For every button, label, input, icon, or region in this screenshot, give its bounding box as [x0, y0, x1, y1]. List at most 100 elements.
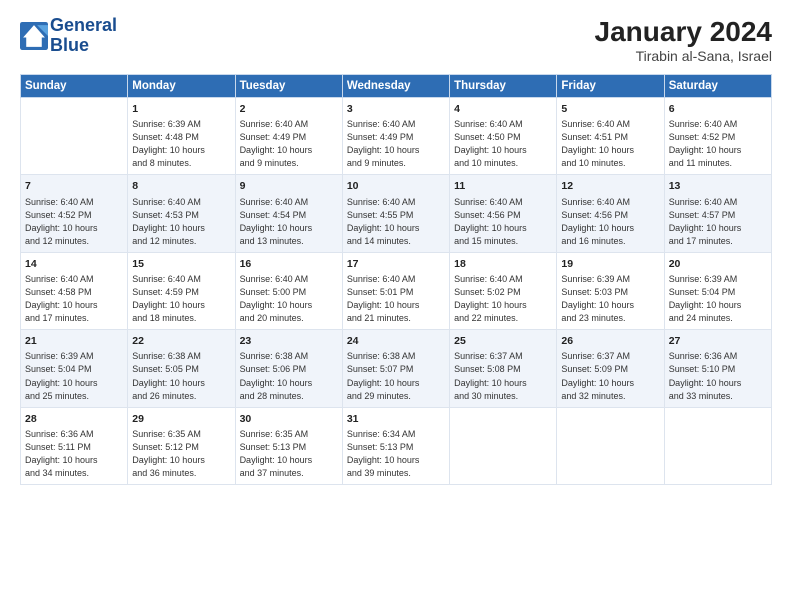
cell-content-line: Sunset: 4:48 PM — [132, 131, 230, 144]
logo-text: General Blue — [50, 16, 117, 56]
cell-content-line: Daylight: 10 hours — [454, 299, 552, 312]
title-section: January 2024 Tirabin al-Sana, Israel — [595, 16, 772, 64]
day-number: 24 — [347, 334, 445, 349]
cell-content-line: Sunrise: 6:38 AM — [240, 350, 338, 363]
cell-content-line: Sunset: 5:12 PM — [132, 441, 230, 454]
location: Tirabin al-Sana, Israel — [595, 48, 772, 64]
cell-content-line: Sunset: 5:06 PM — [240, 363, 338, 376]
cell-content-line: Daylight: 10 hours — [561, 144, 659, 157]
day-number: 28 — [25, 412, 123, 427]
cell-content-line: Sunset: 5:04 PM — [669, 286, 767, 299]
cell-content-line: Daylight: 10 hours — [454, 222, 552, 235]
cell-content-line: Daylight: 10 hours — [347, 222, 445, 235]
cell-content-line: Sunrise: 6:35 AM — [132, 428, 230, 441]
calendar-cell: 8Sunrise: 6:40 AMSunset: 4:53 PMDaylight… — [128, 175, 235, 252]
cell-content-line: Daylight: 10 hours — [240, 299, 338, 312]
cell-content-line: Daylight: 10 hours — [25, 377, 123, 390]
cell-content-line: and 34 minutes. — [25, 467, 123, 480]
calendar-cell: 10Sunrise: 6:40 AMSunset: 4:55 PMDayligh… — [342, 175, 449, 252]
cell-content-line: Daylight: 10 hours — [669, 222, 767, 235]
cell-content-line: and 23 minutes. — [561, 312, 659, 325]
cell-content-line: and 22 minutes. — [454, 312, 552, 325]
cell-content-line: Sunset: 5:03 PM — [561, 286, 659, 299]
cell-content-line: and 14 minutes. — [347, 235, 445, 248]
weekday-header-row: SundayMondayTuesdayWednesdayThursdayFrid… — [21, 75, 772, 98]
calendar-cell: 24Sunrise: 6:38 AMSunset: 5:07 PMDayligh… — [342, 330, 449, 407]
cell-content-line: Sunset: 5:07 PM — [347, 363, 445, 376]
calendar-cell: 30Sunrise: 6:35 AMSunset: 5:13 PMDayligh… — [235, 407, 342, 484]
cell-content-line: Sunrise: 6:40 AM — [240, 273, 338, 286]
calendar-week-row: 1Sunrise: 6:39 AMSunset: 4:48 PMDaylight… — [21, 98, 772, 175]
cell-content-line: and 10 minutes. — [454, 157, 552, 170]
cell-content-line: Sunrise: 6:37 AM — [561, 350, 659, 363]
cell-content-line: Sunset: 4:52 PM — [669, 131, 767, 144]
calendar-cell: 4Sunrise: 6:40 AMSunset: 4:50 PMDaylight… — [450, 98, 557, 175]
cell-content-line: Sunset: 4:56 PM — [561, 209, 659, 222]
cell-content-line: Daylight: 10 hours — [25, 222, 123, 235]
cell-content-line: Sunrise: 6:40 AM — [347, 196, 445, 209]
cell-content-line: and 8 minutes. — [132, 157, 230, 170]
calendar-cell: 2Sunrise: 6:40 AMSunset: 4:49 PMDaylight… — [235, 98, 342, 175]
day-number: 5 — [561, 102, 659, 117]
day-number: 23 — [240, 334, 338, 349]
calendar-cell: 29Sunrise: 6:35 AMSunset: 5:12 PMDayligh… — [128, 407, 235, 484]
cell-content-line: Sunset: 4:50 PM — [454, 131, 552, 144]
cell-content-line: Sunset: 4:54 PM — [240, 209, 338, 222]
weekday-header-tuesday: Tuesday — [235, 75, 342, 98]
day-number: 2 — [240, 102, 338, 117]
cell-content-line: Daylight: 10 hours — [669, 144, 767, 157]
cell-content-line: Daylight: 10 hours — [561, 222, 659, 235]
cell-content-line: Sunset: 5:08 PM — [454, 363, 552, 376]
cell-content-line: Daylight: 10 hours — [240, 454, 338, 467]
calendar-cell — [557, 407, 664, 484]
cell-content-line: Sunrise: 6:39 AM — [25, 350, 123, 363]
day-number: 15 — [132, 257, 230, 272]
weekday-header-monday: Monday — [128, 75, 235, 98]
cell-content-line: and 15 minutes. — [454, 235, 552, 248]
cell-content-line: and 28 minutes. — [240, 390, 338, 403]
cell-content-line: Daylight: 10 hours — [669, 299, 767, 312]
day-number: 29 — [132, 412, 230, 427]
cell-content-line: Sunset: 4:53 PM — [132, 209, 230, 222]
cell-content-line: Sunset: 5:09 PM — [561, 363, 659, 376]
cell-content-line: Sunset: 5:04 PM — [25, 363, 123, 376]
cell-content-line: Sunrise: 6:36 AM — [25, 428, 123, 441]
cell-content-line: Daylight: 10 hours — [454, 144, 552, 157]
cell-content-line: and 29 minutes. — [347, 390, 445, 403]
cell-content-line: Sunrise: 6:40 AM — [669, 196, 767, 209]
calendar-cell: 17Sunrise: 6:40 AMSunset: 5:01 PMDayligh… — [342, 252, 449, 329]
calendar-cell: 28Sunrise: 6:36 AMSunset: 5:11 PMDayligh… — [21, 407, 128, 484]
cell-content-line: Sunset: 5:10 PM — [669, 363, 767, 376]
cell-content-line: Daylight: 10 hours — [132, 222, 230, 235]
calendar-week-row: 7Sunrise: 6:40 AMSunset: 4:52 PMDaylight… — [21, 175, 772, 252]
day-number: 4 — [454, 102, 552, 117]
calendar-cell: 14Sunrise: 6:40 AMSunset: 4:58 PMDayligh… — [21, 252, 128, 329]
day-number: 21 — [25, 334, 123, 349]
cell-content-line: Sunrise: 6:36 AM — [669, 350, 767, 363]
cell-content-line: Sunrise: 6:40 AM — [25, 196, 123, 209]
cell-content-line: Daylight: 10 hours — [561, 299, 659, 312]
calendar-body: 1Sunrise: 6:39 AMSunset: 4:48 PMDaylight… — [21, 98, 772, 485]
cell-content-line: Sunrise: 6:40 AM — [25, 273, 123, 286]
logo-line2: Blue — [50, 36, 117, 56]
cell-content-line: Daylight: 10 hours — [240, 222, 338, 235]
cell-content-line: Daylight: 10 hours — [454, 377, 552, 390]
calendar-cell: 6Sunrise: 6:40 AMSunset: 4:52 PMDaylight… — [664, 98, 771, 175]
cell-content-line: and 21 minutes. — [347, 312, 445, 325]
cell-content-line: and 13 minutes. — [240, 235, 338, 248]
cell-content-line: and 17 minutes. — [25, 312, 123, 325]
cell-content-line: Sunrise: 6:39 AM — [669, 273, 767, 286]
cell-content-line: Sunrise: 6:39 AM — [132, 118, 230, 131]
cell-content-line: and 11 minutes. — [669, 157, 767, 170]
logo: General Blue — [20, 16, 117, 56]
calendar-cell: 7Sunrise: 6:40 AMSunset: 4:52 PMDaylight… — [21, 175, 128, 252]
day-number: 6 — [669, 102, 767, 117]
cell-content-line: Sunset: 5:02 PM — [454, 286, 552, 299]
cell-content-line: Sunrise: 6:40 AM — [561, 118, 659, 131]
calendar-cell: 20Sunrise: 6:39 AMSunset: 5:04 PMDayligh… — [664, 252, 771, 329]
cell-content-line: Daylight: 10 hours — [561, 377, 659, 390]
calendar-cell: 5Sunrise: 6:40 AMSunset: 4:51 PMDaylight… — [557, 98, 664, 175]
cell-content-line: Sunrise: 6:40 AM — [454, 118, 552, 131]
calendar-cell — [664, 407, 771, 484]
day-number: 18 — [454, 257, 552, 272]
